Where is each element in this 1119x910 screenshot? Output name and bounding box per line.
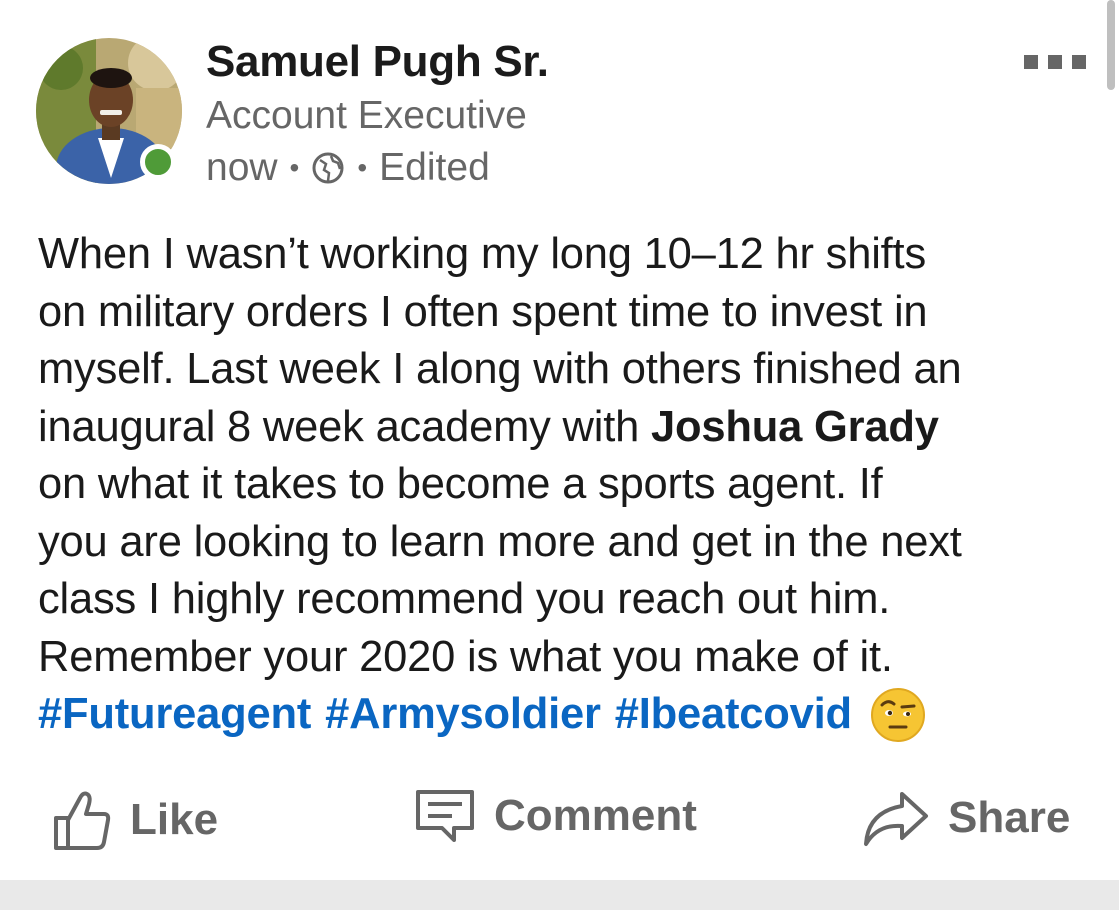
like-button[interactable]: Like <box>52 788 218 852</box>
post-text-line: Remember your 2020 is what you make of i… <box>38 632 893 681</box>
meta-separator: • <box>289 152 300 183</box>
mention-link[interactable]: Joshua Grady <box>651 403 939 451</box>
like-label: Like <box>130 795 219 844</box>
post-text-line: class I highly recommend you reach out h… <box>38 575 891 623</box>
share-button[interactable]: Share <box>860 788 1070 848</box>
author-info: Samuel Pugh Sr. Account Executive now • … <box>206 36 549 194</box>
post-body: When I wasn’t working my long 10–12 hr s… <box>38 226 1098 744</box>
globe-icon <box>311 151 345 185</box>
post-text-line: on military orders I often spent time to… <box>38 287 928 336</box>
more-options-button[interactable] <box>1024 50 1086 74</box>
thumbs-up-icon <box>52 788 112 852</box>
scrollbar[interactable] <box>1107 0 1115 90</box>
more-horizontal-icon <box>1072 55 1086 69</box>
more-horizontal-icon <box>1048 55 1062 69</box>
share-label: Share <box>948 793 1071 842</box>
hashtag-line: #Futureagent #Armysoldier #Ibeatcovid <box>38 686 1098 744</box>
comment-button[interactable]: Comment <box>414 788 697 844</box>
online-status-dot <box>140 144 176 180</box>
comment-icon <box>414 788 476 844</box>
hashtag-link[interactable]: #Ibeatcovid <box>615 686 852 744</box>
author-headline: Account Executive <box>206 94 527 137</box>
post-text-line: myself. Last week I along with others fi… <box>38 345 962 393</box>
post-text-line: on what it takes to become a sports agen… <box>38 460 883 508</box>
post-meta: now • • Edited <box>206 142 549 194</box>
edited-label: Edited <box>379 146 490 189</box>
hashtag-link[interactable]: #Armysoldier <box>325 686 601 744</box>
hashtag-link[interactable]: #Futureagent <box>38 686 311 744</box>
meta-separator: • <box>357 152 368 183</box>
comment-label: Comment <box>494 791 697 840</box>
author-name[interactable]: Samuel Pugh Sr. <box>206 36 549 88</box>
face-with-raised-eyebrow-icon <box>870 687 926 743</box>
post-time: now <box>206 146 278 189</box>
post-text-line: When I wasn’t working my long 10–12 hr s… <box>38 230 926 278</box>
post-text-line: inaugural 8 week academy with Joshua Gra… <box>38 399 1098 457</box>
share-arrow-icon <box>860 788 930 848</box>
feed-divider <box>0 880 1119 910</box>
post-header: Samuel Pugh Sr. Account Executive now • … <box>36 36 1086 189</box>
post-actions: Like Comment Share <box>0 778 1119 864</box>
more-horizontal-icon <box>1024 55 1038 69</box>
post-text-line: you are looking to learn more and get in… <box>38 517 962 566</box>
post-text-segment: inaugural 8 week academy with <box>38 402 652 451</box>
